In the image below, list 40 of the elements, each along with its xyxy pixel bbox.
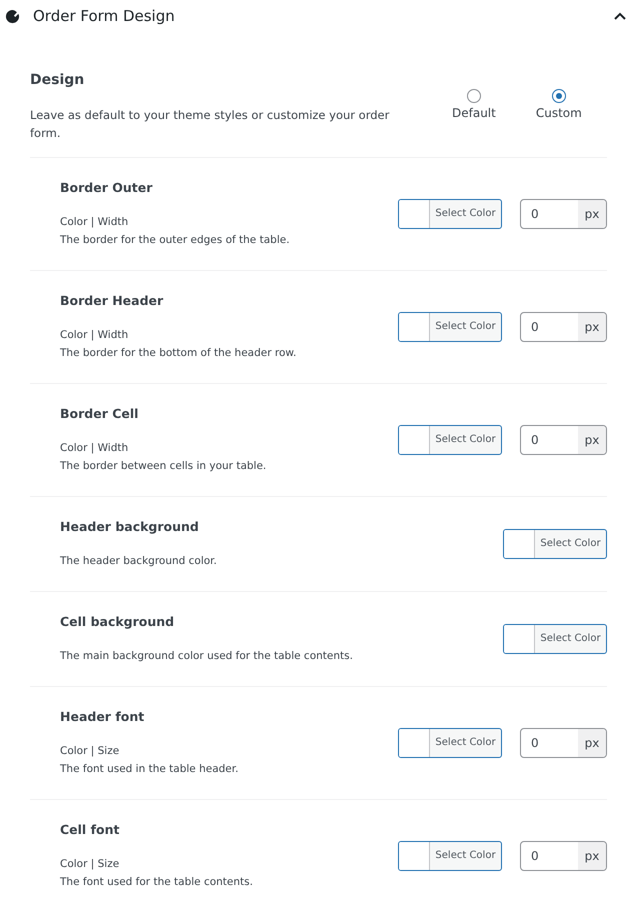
color-picker-button[interactable]: Select Color [503, 624, 607, 654]
width-field[interactable]: 0 px [520, 199, 607, 229]
color-picker-button[interactable]: Select Color [398, 312, 502, 342]
setting-title: Cell font [60, 822, 120, 836]
panel-title: Order Form Design [33, 7, 176, 25]
radio-button[interactable] [466, 89, 481, 103]
setting-title: Border Header [60, 292, 164, 308]
setting-subtitle: Color | Width [60, 328, 130, 342]
color-picker-button[interactable]: Select Color [398, 728, 502, 758]
radio-label: Default [452, 106, 496, 120]
setting-description: The font used in the table header. [60, 762, 240, 776]
setting-description: The border for the outer edges of the table. [60, 232, 291, 248]
setting-subtitle: Color | Size [60, 856, 120, 872]
setting-description: The header background color. [60, 554, 218, 568]
color-picker-button[interactable]: Select Color [398, 841, 502, 871]
setting-title: Border Cell [60, 406, 140, 420]
width-field[interactable]: 0 px [520, 312, 607, 342]
width-field[interactable]: 0 px [520, 728, 607, 758]
section-title: Design [30, 72, 86, 88]
setting-title: Header background [60, 518, 200, 534]
setting-description: The border between cells in your table. [60, 458, 268, 474]
radio-button[interactable] [552, 89, 566, 103]
setting-subtitle: Color | Width [60, 214, 130, 230]
setting-description: The font used for the table contents. [60, 874, 254, 890]
color-picker-button[interactable]: Select Color [398, 425, 502, 455]
setting-subtitle: Color | Width [60, 440, 130, 456]
width-field[interactable]: 0 px [520, 425, 607, 455]
color-picker-button[interactable]: Select Color [503, 529, 607, 559]
setting-title: Border Outer [60, 180, 154, 194]
setting-description: The border for the bottom of the header row. [60, 346, 298, 360]
setting-title: Cell background [60, 614, 176, 628]
logo-icon [5, 8, 20, 24]
setting-subtitle: Color | Size [60, 744, 120, 758]
setting-title: Header font [60, 708, 146, 724]
section-description: Leave as default to your theme styles or customize your order form. [30, 107, 390, 142]
color-picker-button[interactable]: Select Color [398, 199, 502, 229]
radio-label: Custom [536, 106, 582, 120]
width-field[interactable]: 0 px [520, 841, 607, 871]
chevron-icon [613, 11, 627, 21]
setting-description: The main background color used for the table contents. [60, 648, 354, 664]
